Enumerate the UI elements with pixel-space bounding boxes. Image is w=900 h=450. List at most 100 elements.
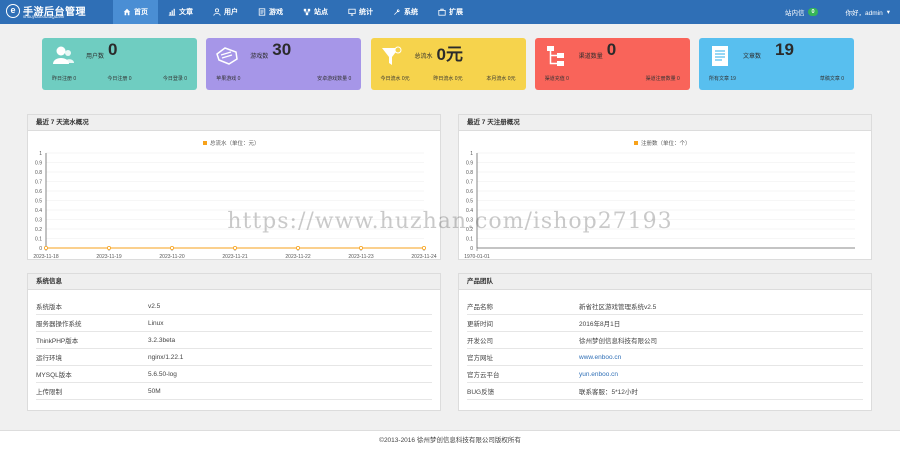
data-point — [232, 246, 237, 251]
nav-item-system[interactable]: 系统 — [383, 0, 428, 24]
card-sub: 今日登录 0 — [162, 76, 187, 82]
row-key: BUG反馈 — [467, 389, 495, 396]
row-value: nginx/1.22.1 — [148, 353, 184, 361]
row-key: ThinkPHP版本 — [36, 338, 79, 345]
table-row: BUG反馈 联系客服：5*12小时 — [467, 383, 863, 400]
y-tick-label: 0 — [470, 246, 473, 252]
data-point — [43, 246, 48, 251]
row-key: 官方网址 — [467, 355, 493, 362]
product-team-panel: 产品团队 产品名称 新省社区游戏管理系统v2.5 更新时间 2016年8月1日 开发… — [458, 273, 872, 411]
logo-subtitle: shouyouhoutaiguanli — [23, 14, 65, 19]
legend-swatch — [634, 141, 638, 145]
flow-line-chart: 0 0.1 0.2 0.3 0.4 0.5 0.6 0.7 0.8 0.9 1 2023-11-18 2… — [33, 151, 436, 259]
logo[interactable]: e 手游后台管理 shouyouhoutaiguanli — [6, 3, 118, 21]
users-icon — [53, 46, 74, 64]
messages-badge: 0 — [808, 8, 818, 16]
nav-label: 游戏 — [269, 9, 283, 16]
card-sub: 今日注册 0 — [107, 76, 132, 82]
main-nav: 首页 文章 用户 游戏 站点 统计 系统 扩展 — [113, 0, 473, 24]
stat-card-users[interactable]: 用户数 0 昨日注册 0 今日注册 0 今日登录 0 — [42, 38, 197, 90]
messages-link[interactable]: 站内信 — [785, 7, 805, 17]
card-subtotals: 今日流水 0元 昨日流水 0元 本月流水 0元 — [381, 75, 516, 82]
row-key: 运行环境 — [36, 355, 62, 362]
row-key: 服务器操作系统 — [36, 321, 82, 328]
cloud-platform-link[interactable]: yun.enboo.cn — [579, 371, 618, 378]
card-value: 30 — [272, 40, 292, 59]
user-greeting[interactable]: 你好，admin — [846, 7, 883, 17]
legend-swatch — [203, 141, 207, 145]
nav-item-games[interactable]: 游戏 — [248, 0, 293, 24]
gamepad-icon — [216, 47, 239, 65]
row-key: 系统版本 — [36, 304, 62, 311]
x-tick-label: 1970-01-01 — [464, 254, 490, 259]
x-tick-label: 2023-11-24 — [411, 254, 436, 259]
card-sub: 渠道注册数量 0 — [645, 76, 680, 82]
bar-chart-icon — [168, 8, 176, 16]
briefcase-icon — [438, 8, 446, 16]
y-tick-label: 0.6 — [35, 189, 42, 195]
legend-label: 总流水（单位：元） — [210, 141, 260, 147]
panel-title: 系统信息 — [28, 274, 440, 290]
flow-chart-panel: 最近 7 天流水概况 0 0.1 0.2 0.3 0.4 0.5 0.6 0.7 0.8 0.9 1… — [27, 114, 441, 260]
stat-card-revenue[interactable]: 总流水 0元 今日流水 0元 昨日流水 0元 本月流水 0元 — [370, 38, 526, 90]
row-key: 更新时间 — [467, 321, 493, 328]
row-value: 徐州梦创信息科技有限公司 — [579, 338, 657, 345]
nav-label: 用户 — [224, 9, 238, 16]
data-point — [421, 246, 426, 251]
y-tick-label: 0.9 — [35, 161, 42, 167]
nav-label: 扩展 — [449, 9, 463, 16]
nav-item-extensions[interactable]: 扩展 — [428, 0, 473, 24]
register-chart-panel: 最近 7 天注册概况 0 0.1 0.2 0.3 0.4 0.5 0.6 0.7 0.8 0.9 1… — [458, 114, 872, 260]
document-icon — [712, 46, 728, 66]
card-value: 0 — [108, 40, 118, 59]
y-tick-label: 0.7 — [35, 180, 42, 186]
row-value: 5.6.50-log — [148, 370, 177, 378]
table-row: 更新时间 2016年8月1日 — [467, 315, 863, 332]
logo-mark: e — [6, 4, 20, 18]
nav-item-articles[interactable]: 文章 — [158, 0, 203, 24]
info-table: 产品名称 新省社区游戏管理系统v2.5 更新时间 2016年8月1日 开发公司 徐州梦… — [467, 298, 863, 400]
monitor-icon — [348, 8, 356, 16]
stat-card-games[interactable]: 游戏数 30 苹果游戏 0 安卓游戏数量 0 — [206, 38, 362, 90]
x-tick-label: 2023-11-18 — [33, 254, 58, 259]
y-tick-label: 0.5 — [466, 199, 473, 205]
nav-item-sites[interactable]: 站点 — [293, 0, 338, 24]
card-sub: 安卓游戏数量 0 — [317, 76, 352, 82]
card-sub: 昨日流水 0元 — [433, 76, 463, 82]
chevron-down-icon[interactable]: ▾ — [887, 8, 890, 16]
y-tick-label: 0 — [39, 246, 42, 252]
y-tick-label: 0.3 — [35, 218, 42, 224]
data-point — [169, 246, 174, 251]
row-key: 官方云平台 — [467, 372, 500, 379]
card-sub: 本月流水 0元 — [486, 76, 516, 82]
nav-item-users[interactable]: 用户 — [203, 0, 248, 24]
card-label: 渠道数量 — [578, 54, 603, 60]
nav-label: 首页 — [134, 9, 148, 16]
card-label: 用户数 — [86, 54, 105, 60]
row-key: 产品名称 — [467, 304, 493, 311]
data-point — [295, 246, 300, 251]
nav-item-stats[interactable]: 统计 — [338, 0, 383, 24]
nav-item-home[interactable]: 首页 — [113, 0, 158, 24]
nav-label: 站点 — [314, 9, 328, 16]
panel-title: 最近 7 天流水概况 — [28, 115, 440, 131]
card-sub: 昨日注册 0 — [52, 76, 77, 82]
card-value: 0元 — [436, 45, 463, 64]
y-tick-label: 0.5 — [35, 199, 42, 205]
system-info-panel: 系统信息 系统版本 v2.5 服务器操作系统 Linux ThinkPHP版本 3.2… — [27, 273, 441, 411]
card-subtotals: 渠道充值 0 渠道注册数量 0 — [545, 75, 680, 82]
table-row: 运行环境 nginx/1.22.1 — [36, 349, 432, 366]
official-site-link[interactable]: www.enboo.cn — [579, 354, 621, 361]
card-label: 文章数 — [743, 54, 762, 60]
sitemap-icon — [546, 46, 564, 66]
nav-label: 系统 — [404, 9, 418, 16]
stat-card-articles[interactable]: 文章数 19 所有文章 19 草稿文章 0 — [699, 38, 854, 90]
table-row: 开发公司 徐州梦创信息科技有限公司 — [467, 332, 863, 349]
card-sub: 草稿文章 0 — [819, 76, 844, 82]
stat-card-channels[interactable]: 渠道数量 0 渠道充值 0 渠道注册数量 0 — [534, 38, 690, 90]
panel-title: 最近 7 天注册概况 — [459, 115, 871, 131]
row-value: 2016年8月1日 — [579, 321, 621, 328]
user-icon — [213, 8, 221, 16]
row-value: v2.5 — [148, 302, 161, 310]
info-table: 系统版本 v2.5 服务器操作系统 Linux ThinkPHP版本 3.2.3bet… — [36, 298, 432, 400]
